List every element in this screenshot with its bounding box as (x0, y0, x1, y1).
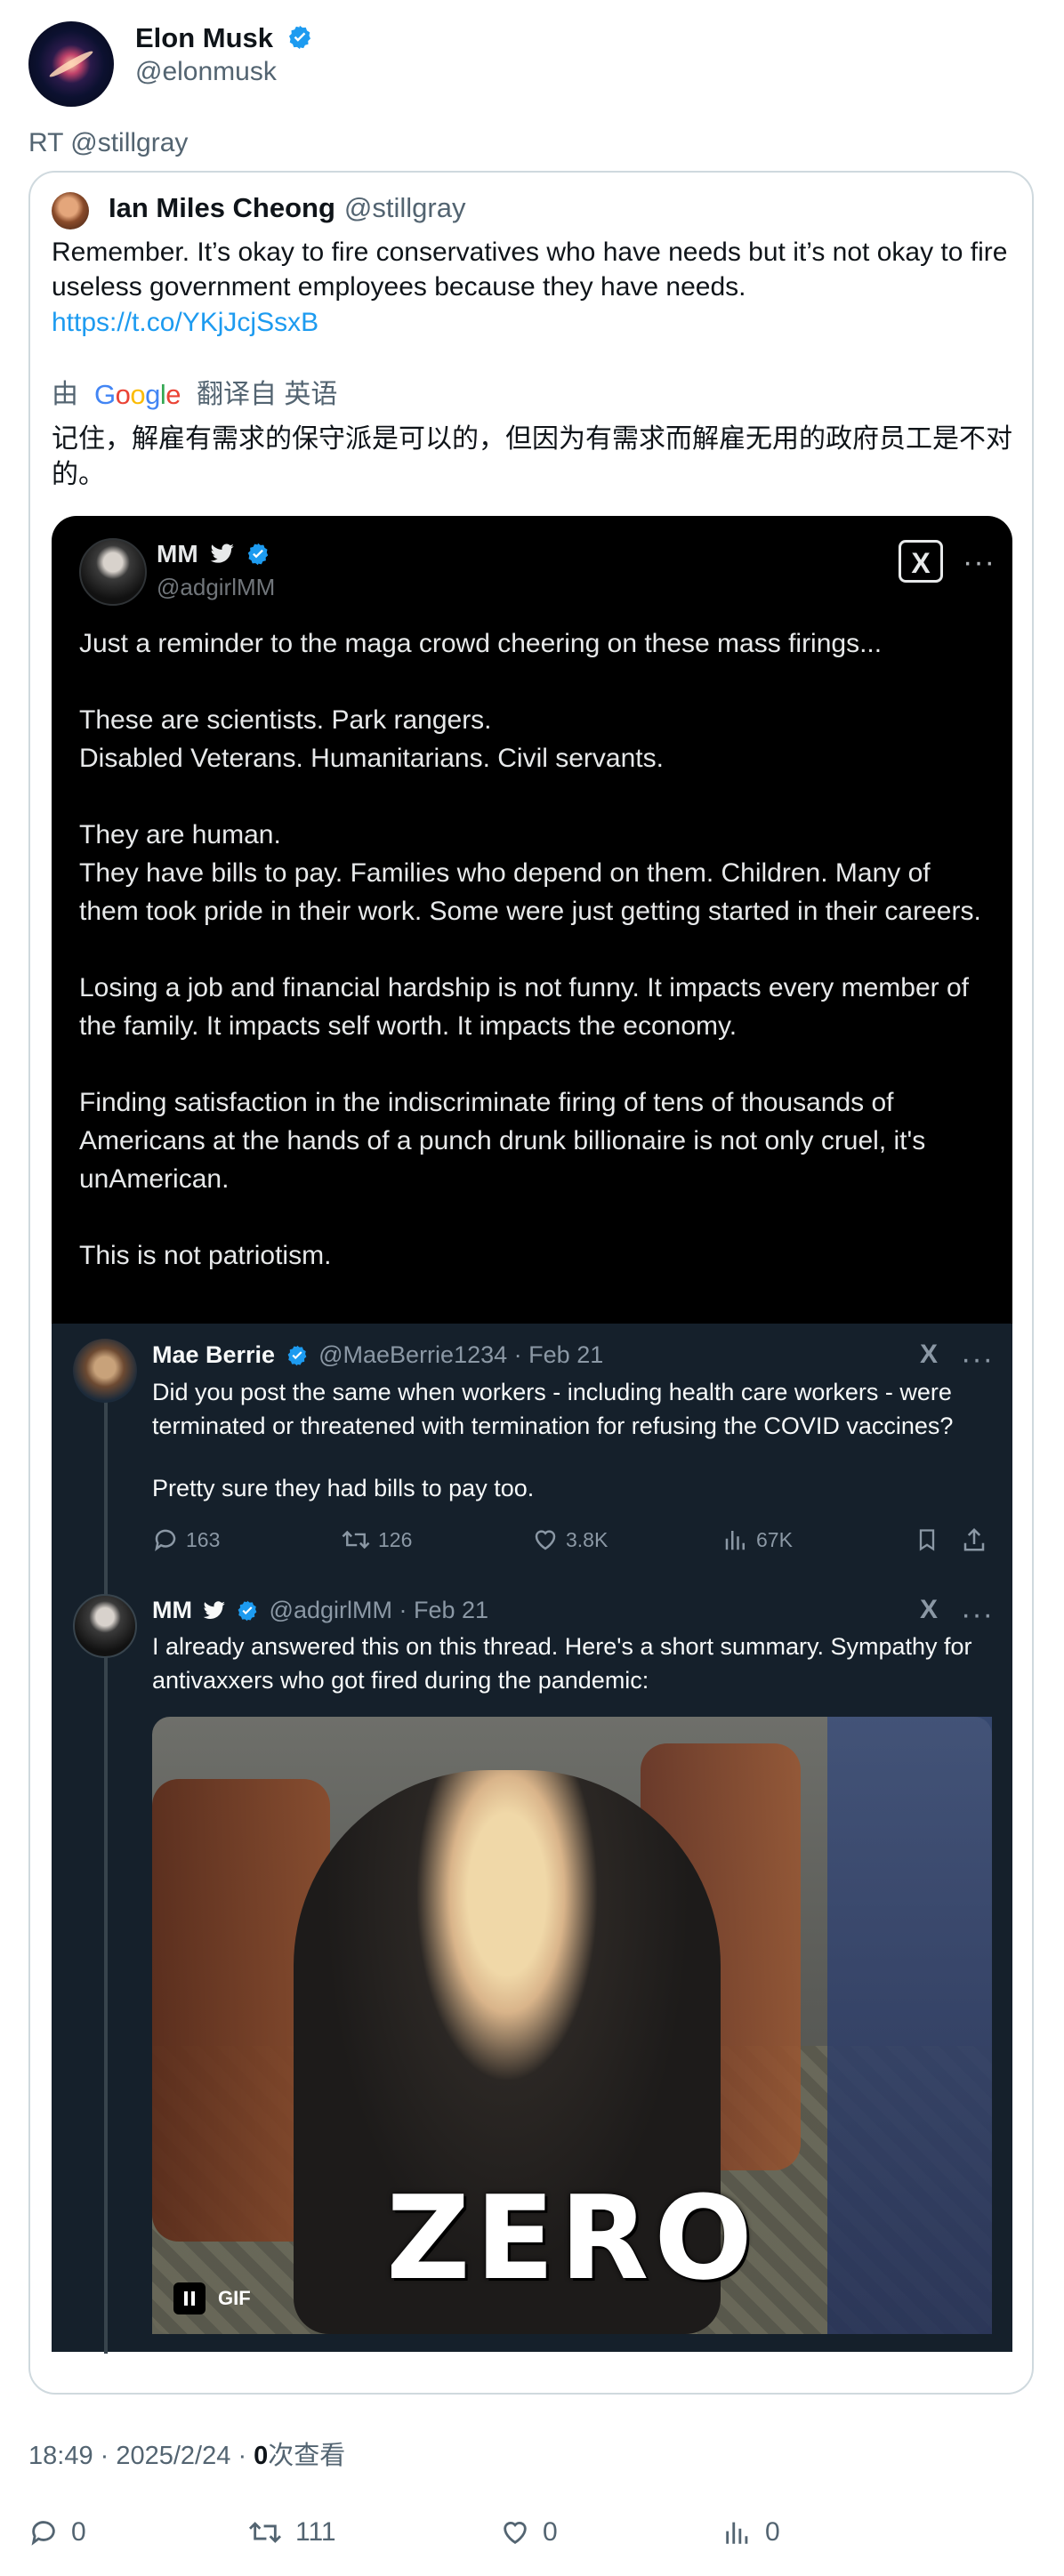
like-count: 0 (543, 2517, 558, 2547)
repost-button[interactable]: 111 (247, 2517, 336, 2548)
x-logo-icon: X (899, 540, 943, 583)
tweet-date: 2025/2/24 (116, 2442, 231, 2470)
meta-separator: · (238, 2442, 254, 2470)
bird-icon (211, 543, 235, 563)
translation-attribution[interactable]: 由 Google 翻译自 英语 (52, 377, 337, 413)
repost-icon (248, 2522, 282, 2543)
more-options-icon: ··· (963, 545, 995, 579)
comment-icon (155, 1529, 176, 1551)
pause-icon (173, 2282, 206, 2314)
more-options-icon: ··· (961, 1342, 994, 1376)
reply-text-2: Pretty sure they had bills to pay too. (152, 1475, 535, 1501)
x-logo-icon: X (920, 1595, 939, 1624)
embedded-verified-icon (248, 543, 269, 566)
views-button[interactable]: 0 (722, 2517, 780, 2548)
reply-action-comment: 163 (152, 1526, 220, 1553)
heart-icon (504, 2522, 527, 2545)
author-name-text: Elon Musk (135, 22, 274, 53)
reply-author-handle: @adgirlMM (269, 1597, 392, 1623)
reply-author-handle: @MaeBerrie1234 (318, 1341, 508, 1368)
quoted-author-name: Ian Miles Cheong (109, 192, 335, 223)
more-options-icon: ··· (961, 1598, 994, 1631)
verified-badge-icon (288, 25, 310, 50)
tweet-view-count: 0 (254, 2442, 269, 2470)
like-count: 3.8K (566, 1527, 609, 1551)
retweet-label: RT @stillgray (28, 128, 189, 157)
embedded-paragraph: Just a reminder to the maga crowd cheeri… (79, 629, 883, 658)
embedded-paragraph: They are human. They have bills to pay. … (79, 820, 981, 926)
embedded-tweet-body: Just a reminder to the maga crowd cheeri… (79, 624, 995, 1313)
reply-verified-icon (238, 1600, 257, 1622)
embedded-paragraph: Finding satisfaction in the indiscrimina… (79, 1088, 926, 1194)
translation-suffix: 翻译自 英语 (197, 380, 338, 409)
embedded-paragraph: Losing a job and financial hardship is n… (79, 973, 969, 1041)
reply-header: Mae Berrie @MaeBerrie1234 · Feb 21 (152, 1340, 603, 1370)
views-count: 67K (756, 1527, 793, 1551)
quoted-tweet-link[interactable]: https://t.co/YKjJcjSsxB (52, 305, 318, 340)
embedded-author-avatar (79, 538, 147, 606)
reply-separator: · (399, 1597, 407, 1623)
author-avatar[interactable] (28, 21, 114, 107)
repost-count: 111 (295, 2517, 336, 2547)
comment-icon (31, 2521, 55, 2546)
quoted-author[interactable]: Ian Miles Cheong @stillgray (109, 190, 465, 226)
reply-separator: · (513, 1341, 522, 1368)
author-handle[interactable]: @elonmusk (135, 55, 277, 89)
tweet-view-label: 次查看 (268, 2442, 346, 2470)
quoted-author-handle: @stillgray (343, 192, 466, 223)
translated-text: 记住，解雇有需求的保守派是可以的，但因为有需求而解雇无用的政府员工是不对的。 (52, 424, 1012, 489)
reply-avatar (73, 1339, 137, 1403)
reply-count: 163 (186, 1527, 221, 1551)
reply-author-name: MM (152, 1597, 192, 1623)
reply-header: MM @adgirlMM · Feb 21 (152, 1595, 488, 1625)
reply-verified-icon (287, 1345, 306, 1366)
reply-avatar (73, 1594, 137, 1658)
like-button[interactable]: 0 (500, 2517, 558, 2548)
gif-controls: GIF (173, 2282, 251, 2314)
repost-icon (342, 1530, 370, 1550)
repost-count: 126 (378, 1527, 413, 1551)
embedded-author-name: MM (157, 540, 198, 568)
views-count: 0 (765, 2517, 780, 2547)
meta-separator: · (100, 2442, 117, 2470)
embedded-author: MM (157, 539, 270, 569)
thread-connector (104, 1377, 108, 2354)
translation-prefix: 由 (52, 380, 78, 409)
views-icon (726, 2522, 748, 2544)
reply-button[interactable]: 0 (28, 2517, 86, 2548)
quoted-author-avatar[interactable] (52, 192, 89, 229)
reply-author-name: Mae Berrie (152, 1341, 276, 1368)
reply-text: I already answered this on this thread. … (152, 1633, 972, 1694)
gif-badge: GIF (218, 2287, 251, 2309)
tweet-meta: 18:49 · 2025/2/24 · 0次查看 (28, 2439, 345, 2473)
x-logo-icon: X (920, 1340, 939, 1369)
reply-date: Feb 21 (414, 1597, 489, 1623)
bookmark-icon (919, 1529, 935, 1551)
heart-icon (535, 1530, 556, 1550)
views-icon (725, 1531, 745, 1550)
reply-count: 0 (71, 2517, 86, 2547)
reply-date: Feb 21 (528, 1341, 604, 1368)
reply-action-views: 67K (722, 1526, 793, 1553)
author-name[interactable]: Elon Musk (135, 21, 313, 55)
embedded-paragraph: These are scientists. Park rangers. Disa… (79, 705, 664, 773)
gif-caption: ZERO (386, 2170, 758, 2306)
reply-text: Did you post the same when workers - inc… (152, 1379, 954, 1439)
reply-action-repost: 126 (341, 1526, 412, 1553)
share-icon (963, 1527, 985, 1551)
quoted-tweet-text: Remember. It’s okay to fire conservative… (52, 237, 1008, 302)
google-logo-g: G (94, 379, 116, 410)
embedded-paragraph: This is not patriotism. (79, 1241, 332, 1270)
google-logo: Google (94, 379, 181, 410)
tweet-actions: 0 111 0 0 (28, 2517, 1034, 2556)
reply-action-like: 3.8K (532, 1526, 608, 1553)
embedded-author-handle: @adgirlMM (157, 574, 276, 600)
tweet-time: 18:49 (28, 2442, 93, 2470)
bird-icon (203, 1601, 225, 1619)
